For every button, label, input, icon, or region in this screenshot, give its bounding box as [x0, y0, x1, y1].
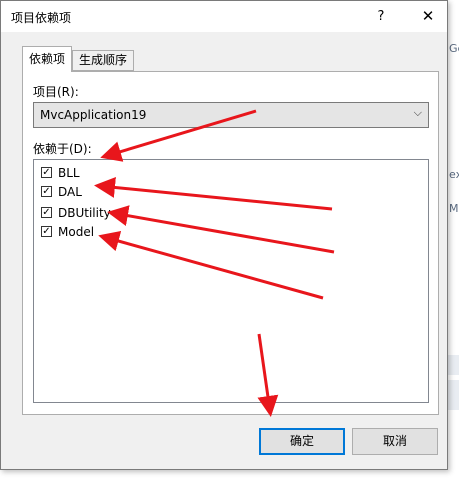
title-bar: 项目依赖项 ? ✕	[1, 1, 447, 32]
tab-build-order[interactable]: 生成顺序	[72, 50, 134, 71]
chevron-down-icon: ⌵	[413, 106, 422, 119]
ok-button[interactable]: 确定	[259, 428, 345, 455]
project-select[interactable]: MvcApplication19 ⌵	[33, 102, 429, 128]
help-button[interactable]: ?	[366, 4, 396, 29]
item-label: BLL	[58, 166, 80, 180]
checkbox-model[interactable]: ✓	[41, 226, 52, 237]
close-button[interactable]: ✕	[413, 4, 443, 29]
item-label: DAL	[58, 185, 82, 199]
checkbox-dbutility[interactable]: ✓	[41, 207, 52, 218]
background-text: ex	[449, 168, 459, 181]
cancel-button[interactable]: 取消	[352, 428, 438, 455]
project-select-value: MvcApplication19	[40, 108, 147, 122]
item-label: Model	[58, 225, 95, 239]
depends-on-label: 依赖于(D):	[33, 142, 92, 156]
tab-dependencies[interactable]: 依赖项	[22, 46, 72, 72]
background-text: Ge	[449, 42, 459, 55]
item-label: DBUtility	[58, 206, 111, 220]
project-dependencies-dialog: 项目依赖项 ? ✕ 依赖项 生成顺序 项目(R): MvcApplication…	[0, 0, 448, 470]
project-label: 项目(R):	[33, 85, 79, 99]
checkbox-bll[interactable]: ✓	[41, 167, 52, 178]
depends-on-list: ✓ BLL ✓ DAL ✓ DBUtility ✓ Model	[33, 159, 429, 403]
checkbox-dal[interactable]: ✓	[41, 186, 52, 197]
dialog-title: 项目依赖项	[11, 11, 72, 25]
background-text: Ma	[449, 202, 459, 215]
